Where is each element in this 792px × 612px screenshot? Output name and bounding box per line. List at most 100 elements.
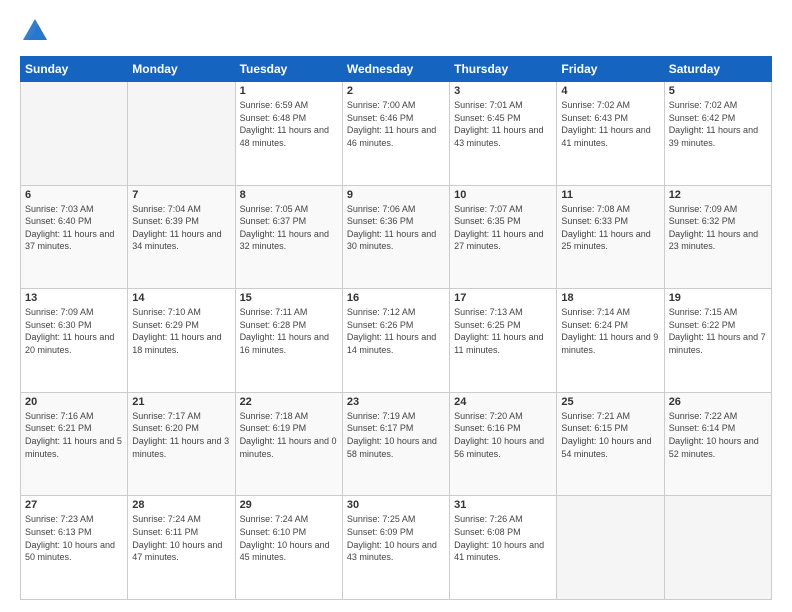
calendar-cell: 7Sunrise: 7:04 AMSunset: 6:39 PMDaylight…	[128, 185, 235, 289]
day-number: 3	[454, 85, 552, 97]
day-info: Sunrise: 7:05 AMSunset: 6:37 PMDaylight:…	[240, 203, 338, 253]
header-row: SundayMondayTuesdayWednesdayThursdayFrid…	[21, 57, 772, 82]
day-number: 31	[454, 499, 552, 511]
day-number: 21	[132, 396, 230, 408]
calendar-cell: 28 Sunrise: 7:24 AMSunset: 6:11 PMDayligh…	[128, 496, 235, 600]
day-info: Sunrise: 7:26 AMSunset: 6:08 PMDaylight:…	[454, 513, 552, 563]
day-info: Sunrise: 7:08 AMSunset: 6:33 PMDaylight:…	[561, 203, 659, 253]
day-info: Sunrise: 7:07 AMSunset: 6:35 PMDaylight:…	[454, 203, 552, 253]
calendar-cell: 9 Sunrise: 7:06 AMSunset: 6:36 PMDaylight…	[342, 185, 449, 289]
day-info: Sunrise: 6:59 AMSunset: 6:48 PMDaylight:…	[240, 99, 338, 149]
calendar-cell: 30Sunrise: 7:25 AMSunset: 6:09 PMDayligh…	[342, 496, 449, 600]
calendar-cell: 17Sunrise: 7:13 AMSunset: 6:25 PMDayligh…	[450, 289, 557, 393]
day-info: Sunrise: 7:22 AMSunset: 6:14 PMDaylight:…	[669, 410, 767, 460]
day-number: 18	[561, 292, 659, 304]
calendar-cell: 15 Sunrise: 7:11 AMSunset: 6:28 PMDayligh…	[235, 289, 342, 393]
calendar-cell: 26 Sunrise: 7:22 AMSunset: 6:14 PMDayligh…	[664, 392, 771, 496]
calendar-week-row: 6Sunrise: 7:03 AMSunset: 6:40 PMDaylight…	[21, 185, 772, 289]
calendar-cell: 25Sunrise: 7:21 AMSunset: 6:15 PMDayligh…	[557, 392, 664, 496]
day-number: 20	[25, 396, 123, 408]
calendar-cell	[557, 496, 664, 600]
day-number: 12	[669, 189, 767, 201]
day-info: Sunrise: 7:16 AMSunset: 6:21 PMDaylight:…	[25, 410, 123, 460]
calendar-cell: 23 Sunrise: 7:19 AMSunset: 6:17 PMDayligh…	[342, 392, 449, 496]
day-info: Sunrise: 7:03 AMSunset: 6:40 PMDaylight:…	[25, 203, 123, 253]
weekday-header: Friday	[557, 57, 664, 82]
calendar-cell: 10 Sunrise: 7:07 AMSunset: 6:35 PMDayligh…	[450, 185, 557, 289]
calendar-cell: 8 Sunrise: 7:05 AMSunset: 6:37 PMDaylight…	[235, 185, 342, 289]
calendar-cell: 27Sunrise: 7:23 AMSunset: 6:13 PMDayligh…	[21, 496, 128, 600]
weekday-header: Sunday	[21, 57, 128, 82]
day-info: Sunrise: 7:14 AMSunset: 6:24 PMDaylight:…	[561, 306, 659, 356]
logo	[20, 16, 54, 46]
calendar-cell: 13Sunrise: 7:09 AMSunset: 6:30 PMDayligh…	[21, 289, 128, 393]
calendar-cell: 24 Sunrise: 7:20 AMSunset: 6:16 PMDayligh…	[450, 392, 557, 496]
day-info: Sunrise: 7:11 AMSunset: 6:28 PMDaylight:…	[240, 306, 338, 356]
day-info: Sunrise: 7:12 AMSunset: 6:26 PMDaylight:…	[347, 306, 445, 356]
calendar-cell: 1Sunrise: 6:59 AMSunset: 6:48 PMDaylight…	[235, 82, 342, 186]
calendar-cell: 14 Sunrise: 7:10 AMSunset: 6:29 PMDayligh…	[128, 289, 235, 393]
day-number: 8	[240, 189, 338, 201]
day-info: Sunrise: 7:21 AMSunset: 6:15 PMDaylight:…	[561, 410, 659, 460]
day-info: Sunrise: 7:10 AMSunset: 6:29 PMDaylight:…	[132, 306, 230, 356]
day-number: 19	[669, 292, 767, 304]
page: SundayMondayTuesdayWednesdayThursdayFrid…	[0, 0, 792, 612]
day-number: 9	[347, 189, 445, 201]
day-info: Sunrise: 7:02 AMSunset: 6:42 PMDaylight:…	[669, 99, 767, 149]
day-info: Sunrise: 7:06 AMSunset: 6:36 PMDaylight:…	[347, 203, 445, 253]
day-number: 23	[347, 396, 445, 408]
calendar-cell: 19 Sunrise: 7:15 AMSunset: 6:22 PMDayligh…	[664, 289, 771, 393]
calendar-week-row: 13Sunrise: 7:09 AMSunset: 6:30 PMDayligh…	[21, 289, 772, 393]
day-number: 17	[454, 292, 552, 304]
calendar-cell: 6Sunrise: 7:03 AMSunset: 6:40 PMDaylight…	[21, 185, 128, 289]
day-number: 26	[669, 396, 767, 408]
calendar-cell: 5 Sunrise: 7:02 AMSunset: 6:42 PMDaylight…	[664, 82, 771, 186]
weekday-header: Monday	[128, 57, 235, 82]
calendar-cell: 31 Sunrise: 7:26 AMSunset: 6:08 PMDayligh…	[450, 496, 557, 600]
day-info: Sunrise: 7:01 AMSunset: 6:45 PMDaylight:…	[454, 99, 552, 149]
day-number: 5	[669, 85, 767, 97]
day-info: Sunrise: 7:20 AMSunset: 6:16 PMDaylight:…	[454, 410, 552, 460]
day-number: 16	[347, 292, 445, 304]
weekday-header: Saturday	[664, 57, 771, 82]
calendar-cell: 22 Sunrise: 7:18 AMSunset: 6:19 PMDayligh…	[235, 392, 342, 496]
calendar-cell: 16 Sunrise: 7:12 AMSunset: 6:26 PMDayligh…	[342, 289, 449, 393]
calendar-cell: 2Sunrise: 7:00 AMSunset: 6:46 PMDaylight…	[342, 82, 449, 186]
weekday-header: Thursday	[450, 57, 557, 82]
header	[20, 16, 772, 46]
day-info: Sunrise: 7:15 AMSunset: 6:22 PMDaylight:…	[669, 306, 767, 356]
day-info: Sunrise: 7:18 AMSunset: 6:19 PMDaylight:…	[240, 410, 338, 460]
calendar-cell: 4 Sunrise: 7:02 AMSunset: 6:43 PMDaylight…	[557, 82, 664, 186]
calendar-week-row: 27Sunrise: 7:23 AMSunset: 6:13 PMDayligh…	[21, 496, 772, 600]
calendar-cell: 29Sunrise: 7:24 AMSunset: 6:10 PMDayligh…	[235, 496, 342, 600]
calendar-week-row: 1Sunrise: 6:59 AMSunset: 6:48 PMDaylight…	[21, 82, 772, 186]
day-info: Sunrise: 7:17 AMSunset: 6:20 PMDaylight:…	[132, 410, 230, 460]
day-number: 28	[132, 499, 230, 511]
day-number: 15	[240, 292, 338, 304]
day-info: Sunrise: 7:02 AMSunset: 6:43 PMDaylight:…	[561, 99, 659, 149]
day-number: 30	[347, 499, 445, 511]
weekday-header: Tuesday	[235, 57, 342, 82]
day-number: 2	[347, 85, 445, 97]
day-number: 7	[132, 189, 230, 201]
day-info: Sunrise: 7:24 AMSunset: 6:11 PMDaylight:…	[132, 513, 230, 563]
day-number: 24	[454, 396, 552, 408]
logo-icon	[20, 16, 50, 46]
calendar-cell: 12Sunrise: 7:09 AMSunset: 6:32 PMDayligh…	[664, 185, 771, 289]
calendar-cell	[128, 82, 235, 186]
day-info: Sunrise: 7:09 AMSunset: 6:30 PMDaylight:…	[25, 306, 123, 356]
day-number: 10	[454, 189, 552, 201]
calendar-cell: 18 Sunrise: 7:14 AMSunset: 6:24 PMDayligh…	[557, 289, 664, 393]
day-info: Sunrise: 7:19 AMSunset: 6:17 PMDaylight:…	[347, 410, 445, 460]
calendar-cell: 20 Sunrise: 7:16 AMSunset: 6:21 PMDayligh…	[21, 392, 128, 496]
day-number: 11	[561, 189, 659, 201]
calendar-week-row: 20 Sunrise: 7:16 AMSunset: 6:21 PMDayligh…	[21, 392, 772, 496]
day-number: 4	[561, 85, 659, 97]
calendar-cell	[664, 496, 771, 600]
day-number: 14	[132, 292, 230, 304]
day-number: 22	[240, 396, 338, 408]
calendar-table: SundayMondayTuesdayWednesdayThursdayFrid…	[20, 56, 772, 600]
calendar-cell: 21 Sunrise: 7:17 AMSunset: 6:20 PMDayligh…	[128, 392, 235, 496]
day-number: 29	[240, 499, 338, 511]
day-number: 27	[25, 499, 123, 511]
